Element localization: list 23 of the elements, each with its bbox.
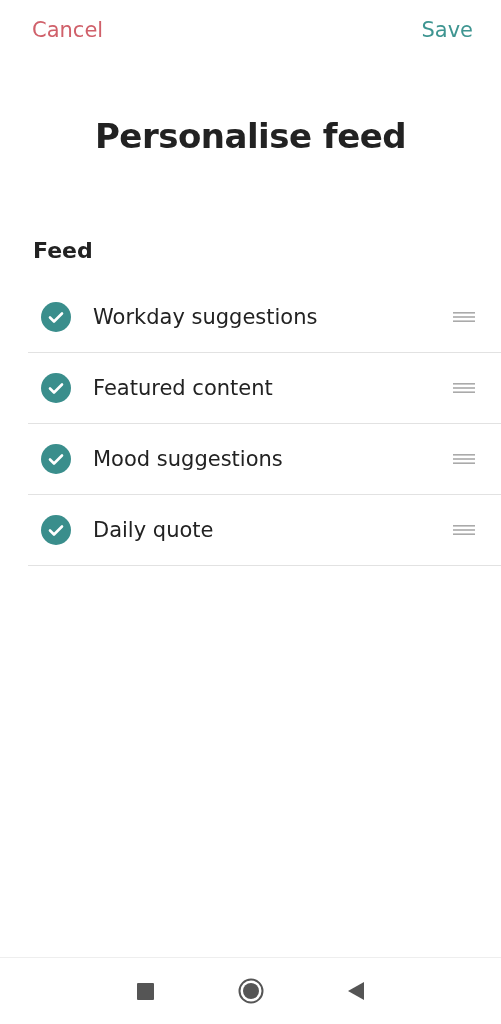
section-heading: Feed (33, 238, 94, 263)
recents-icon[interactable] (137, 982, 154, 1000)
checkbox-icon[interactable] (41, 444, 71, 474)
checkbox-icon[interactable] (41, 302, 71, 332)
drag-handle-icon[interactable] (453, 453, 475, 465)
drag-handle-icon[interactable] (453, 524, 475, 536)
save-button[interactable]: Save (421, 14, 473, 46)
item-label: Featured content (93, 376, 274, 400)
item-label: Daily quote (93, 518, 215, 542)
feed-item[interactable]: Daily quote (28, 495, 501, 566)
feed-item[interactable]: Featured content (28, 353, 501, 424)
item-label: Mood suggestions (93, 447, 284, 471)
cancel-button[interactable]: Cancel (32, 14, 104, 46)
feed-item[interactable]: Mood suggestions (28, 424, 501, 495)
feed-item[interactable]: Workday suggestions (28, 282, 501, 353)
drag-handle-icon[interactable] (453, 382, 475, 394)
home-icon[interactable] (238, 978, 264, 1004)
item-label: Workday suggestions (93, 305, 319, 329)
drag-handle-icon[interactable] (453, 311, 475, 323)
checkbox-icon[interactable] (41, 515, 71, 545)
page-title: Personalise feed (93, 116, 408, 156)
checkbox-icon[interactable] (41, 373, 71, 403)
back-icon[interactable] (348, 982, 364, 1000)
